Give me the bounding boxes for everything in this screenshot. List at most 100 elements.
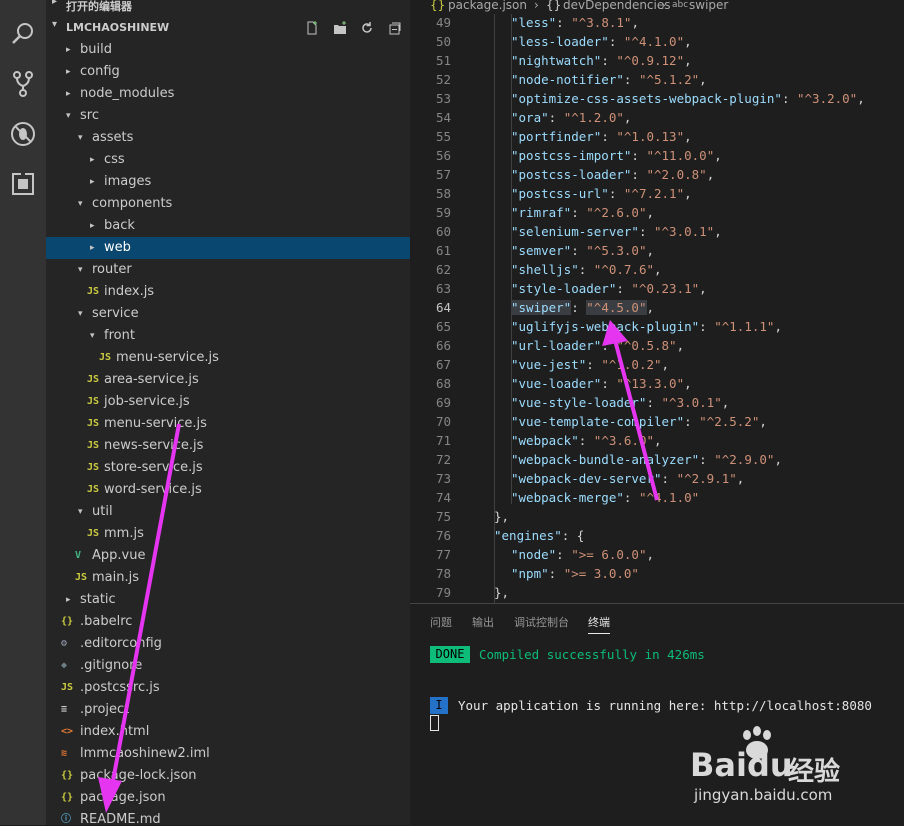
open-editors-header[interactable]: ▸ 打开的编辑器 xyxy=(46,0,410,16)
tree-file[interactable]: {} package.json xyxy=(46,787,410,809)
new-folder-icon[interactable] xyxy=(332,20,348,36)
chevron-down-icon[interactable]: ▾ xyxy=(78,263,88,277)
code-line[interactable]: 68 "vue-loader": "^13.3.0", xyxy=(410,375,904,394)
tree-folder[interactable]: ▸ static xyxy=(46,589,410,611)
tree-file[interactable]: ≡ .project xyxy=(46,699,410,721)
code-line[interactable]: 67 "vue-jest": "^1.0.2", xyxy=(410,356,904,375)
tree-folder[interactable]: ▸ css xyxy=(46,149,410,171)
tab-debug-console[interactable]: 调试控制台 xyxy=(514,614,569,630)
chevron-right-icon[interactable]: ▸ xyxy=(90,241,100,255)
tab-terminal[interactable]: 终端 xyxy=(588,614,610,634)
code-line[interactable]: 50 "less-loader": "^4.1.0", xyxy=(410,33,904,52)
code-line[interactable]: 63 "style-loader": "^0.23.1", xyxy=(410,280,904,299)
tree-file[interactable]: JS menu-service.js xyxy=(46,347,410,369)
code-line[interactable]: 66 "url-loader": "^0.5.8", xyxy=(410,337,904,356)
tab-problems[interactable]: 问题 xyxy=(430,614,452,630)
code-line[interactable]: 71 "webpack": "^3.6.0", xyxy=(410,432,904,451)
tree-file[interactable]: JS mm.js xyxy=(46,523,410,545)
tree-folder[interactable]: ▾ router xyxy=(46,259,410,281)
code-line[interactable]: 72 "webpack-bundle-analyzer": "^2.9.0", xyxy=(410,451,904,470)
chevron-down-icon[interactable]: ▾ xyxy=(90,329,100,343)
code-line[interactable]: 69 "vue-style-loader": "^3.0.1", xyxy=(410,394,904,413)
code-line[interactable]: 61 "semver": "^5.3.0", xyxy=(410,242,904,261)
code-line[interactable]: 77 "node": ">= 6.0.0", xyxy=(410,546,904,565)
chevron-down-icon[interactable]: ▾ xyxy=(78,307,88,321)
code-line[interactable]: 70 "vue-template-compiler": "^2.5.2", xyxy=(410,413,904,432)
code-line[interactable]: 57 "postcss-loader": "^2.0.8", xyxy=(410,166,904,185)
code-line[interactable]: 73 "webpack-dev-server": "^2.9.1", xyxy=(410,470,904,489)
search-icon[interactable] xyxy=(7,18,39,50)
tree-folder[interactable]: ▸ config xyxy=(46,61,410,83)
code-line[interactable]: 62 "shelljs": "^0.7.6", xyxy=(410,261,904,280)
code-line[interactable]: 54 "ora": "^1.2.0", xyxy=(410,109,904,128)
chevron-down-icon[interactable]: ▾ xyxy=(78,131,88,145)
collapse-all-icon[interactable] xyxy=(387,20,403,36)
chevron-right-icon[interactable]: ▸ xyxy=(66,43,76,57)
chevron-right-icon[interactable]: ▸ xyxy=(90,219,100,233)
code-line[interactable]: 49 "less": "^3.8.1", xyxy=(410,14,904,33)
tree-file[interactable]: JS store-service.js xyxy=(46,457,410,479)
debug-icon[interactable] xyxy=(7,118,39,150)
tree-folder[interactable]: ▸ node_modules xyxy=(46,83,410,105)
tree-folder[interactable]: ▸ images xyxy=(46,171,410,193)
code-line[interactable]: 76 "engines": { xyxy=(410,527,904,546)
line-number: 56 xyxy=(435,148,451,163)
tree-file[interactable]: JS word-service.js xyxy=(46,479,410,501)
code-line[interactable]: 65 "uglifyjs-webpack-plugin": "^1.1.1", xyxy=(410,318,904,337)
tree-file[interactable]: ◆ .gitignore xyxy=(46,655,410,677)
tree-file[interactable]: JS main.js xyxy=(46,567,410,589)
tree-folder[interactable]: ▾ front xyxy=(46,325,410,347)
chevron-down-icon[interactable]: ▾ xyxy=(66,109,76,123)
tree-file[interactable]: JS job-service.js xyxy=(46,391,410,413)
tree-file[interactable]: V App.vue xyxy=(46,545,410,567)
code-line[interactable]: 60 "selenium-server": "^3.0.1", xyxy=(410,223,904,242)
tree-folder[interactable]: ▸ back xyxy=(46,215,410,237)
tree-file[interactable]: JS .postcssrc.js xyxy=(46,677,410,699)
refresh-icon[interactable] xyxy=(359,20,375,36)
breadcrumb-section[interactable]: devDependencies xyxy=(563,0,671,12)
tree-file[interactable]: {} package-lock.json xyxy=(46,765,410,787)
tree-file[interactable]: {} .babelrc xyxy=(46,611,410,633)
code-line[interactable]: 79}, xyxy=(410,584,904,603)
tab-output[interactable]: 输出 xyxy=(472,614,494,630)
chevron-right-icon[interactable]: ▸ xyxy=(90,153,100,167)
code-line[interactable]: 52 "node-notifier": "^5.1.2", xyxy=(410,71,904,90)
code-line[interactable]: 75}, xyxy=(410,508,904,527)
tree-folder[interactable]: ▸ web xyxy=(46,237,410,259)
code-line[interactable]: 53 "optimize-css-assets-webpack-plugin": … xyxy=(410,90,904,109)
chevron-right-icon[interactable]: ▸ xyxy=(90,175,100,189)
code-line[interactable]: 55 "portfinder": "^1.0.13", xyxy=(410,128,904,147)
tree-file[interactable]: <> index.html xyxy=(46,721,410,743)
explorer-root-header[interactable]: ▾ LMCHAOSHINEW xyxy=(46,17,410,39)
extensions-icon[interactable] xyxy=(7,168,39,200)
code-line[interactable]: 51 "nightwatch": "^0.9.12", xyxy=(410,52,904,71)
tree-file[interactable]: JS area-service.js xyxy=(46,369,410,391)
code-line[interactable]: 64 "swiper": "^4.5.0", xyxy=(410,299,904,318)
breadcrumb-item[interactable]: swiper xyxy=(689,0,728,12)
source-control-icon[interactable] xyxy=(7,68,39,100)
chevron-right-icon[interactable]: ▸ xyxy=(66,65,76,79)
tree-folder[interactable]: ▾ service xyxy=(46,303,410,325)
tree-file[interactable]: ⓘ README.md xyxy=(46,809,410,825)
breadcrumb-file[interactable]: package.json xyxy=(448,0,527,12)
chevron-right-icon[interactable]: ▸ xyxy=(66,593,76,607)
tree-file[interactable]: JS news-service.js xyxy=(46,435,410,457)
tree-file[interactable]: JS index.js xyxy=(46,281,410,303)
chevron-down-icon[interactable]: ▾ xyxy=(78,197,88,211)
code-line[interactable]: 78 "npm": ">= 3.0.0" xyxy=(410,565,904,584)
tree-folder[interactable]: ▾ util xyxy=(46,501,410,523)
tree-file[interactable]: JS menu-service.js xyxy=(46,413,410,435)
new-file-icon[interactable] xyxy=(304,20,320,36)
chevron-down-icon[interactable]: ▾ xyxy=(78,505,88,519)
tree-folder[interactable]: ▸ build xyxy=(46,39,410,61)
code-line[interactable]: 74 "webpack-merge": "^4.1.0" xyxy=(410,489,904,508)
code-line[interactable]: 59 "rimraf": "^2.6.0", xyxy=(410,204,904,223)
tree-folder[interactable]: ▾ src xyxy=(46,105,410,127)
code-line[interactable]: 56 "postcss-import": "^11.0.0", xyxy=(410,147,904,166)
code-line[interactable]: 58 "postcss-url": "^7.2.1", xyxy=(410,185,904,204)
tree-file[interactable]: ⚙ .editorconfig xyxy=(46,633,410,655)
tree-folder[interactable]: ▾ components xyxy=(46,193,410,215)
tree-file[interactable]: ≋ lmmcaoshinew2.iml xyxy=(46,743,410,765)
chevron-right-icon[interactable]: ▸ xyxy=(66,87,76,101)
tree-folder[interactable]: ▾ assets xyxy=(46,127,410,149)
